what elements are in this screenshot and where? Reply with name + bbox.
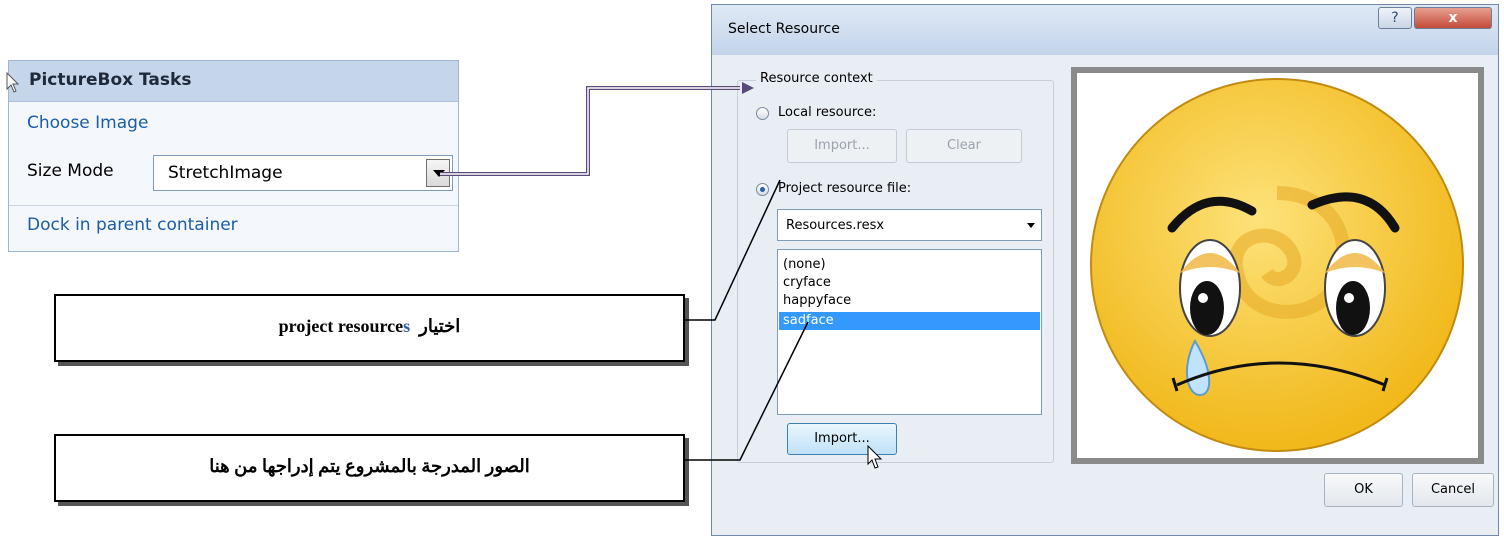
connector-lines [440, 82, 809, 461]
connector-project-resource [685, 179, 781, 321]
connector-import [685, 321, 809, 461]
connector-size-mode [440, 86, 740, 176]
mouse-cursor-icon [6, 72, 20, 93]
arrow-head-icon [742, 82, 754, 94]
